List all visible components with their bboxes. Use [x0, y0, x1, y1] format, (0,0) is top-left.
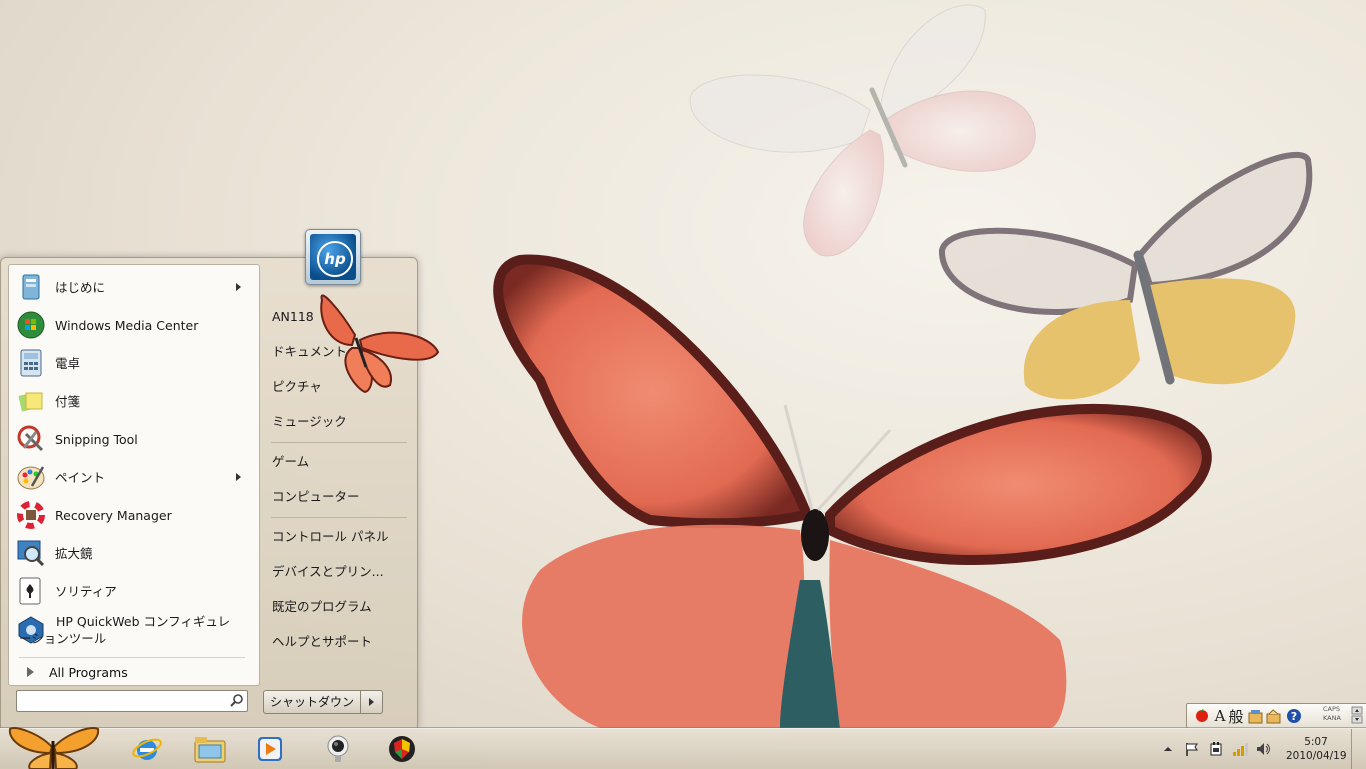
- all-programs-arrow-icon: [27, 667, 34, 677]
- langbar-options-icon[interactable]: [1351, 706, 1363, 724]
- program-label: はじめに: [55, 279, 106, 295]
- start-orb-butterfly-icon: [8, 727, 100, 769]
- program-label-line1: HP QuickWeb コンフィギュレ: [56, 614, 231, 629]
- divider: [19, 657, 245, 658]
- program-label: Windows Media Center: [55, 317, 199, 333]
- user-picture[interactable]: hp: [305, 229, 361, 285]
- hp-logo-icon: hp: [310, 234, 356, 280]
- program-label: ソリティア: [55, 583, 117, 599]
- taskbar-internet-explorer[interactable]: [119, 731, 175, 767]
- place-help-support[interactable]: ヘルプとサポート: [272, 631, 412, 653]
- wallpaper-butterfly-yellow: [938, 151, 1313, 400]
- caps-indicator: CAPS: [1323, 705, 1341, 713]
- security-shield-icon: [389, 736, 415, 762]
- program-solitaire[interactable]: ソリティア: [13, 573, 253, 609]
- volume-icon[interactable]: [1256, 741, 1272, 757]
- clock-time: 5:07: [1304, 736, 1328, 748]
- kana-indicator: KANA: [1323, 714, 1341, 722]
- place-music[interactable]: ミュージック: [272, 411, 412, 433]
- clock[interactable]: 5:07 2010/04/19: [1286, 735, 1347, 763]
- internet-explorer-icon: [132, 738, 162, 760]
- ime-pad-icon[interactable]: [1247, 707, 1263, 725]
- program-sticky-notes[interactable]: 付箋: [13, 383, 253, 419]
- media-player-icon: [258, 737, 282, 761]
- media-center-icon: [16, 310, 46, 340]
- snipping-tool-icon: [16, 424, 46, 454]
- search-icon[interactable]: [230, 693, 244, 707]
- shutdown-button[interactable]: シャットダウン: [264, 691, 361, 713]
- caps-kana-indicator: CAPS KANA: [1323, 705, 1341, 723]
- ime-tools-icon[interactable]: [1265, 707, 1281, 725]
- clock-date: 2010/04/19: [1286, 750, 1347, 762]
- taskbar: 5:07 2010/04/19: [0, 725, 1366, 769]
- taskbar-webcam[interactable]: [310, 731, 366, 767]
- program-label: ペイント: [55, 469, 106, 485]
- program-snipping-tool[interactable]: Snipping Tool: [13, 421, 253, 457]
- program-label-line2: ーションツール: [19, 631, 107, 646]
- program-label: 拡大鏡: [55, 545, 93, 561]
- program-paint[interactable]: ペイント: [13, 459, 253, 495]
- divider: [271, 517, 407, 518]
- place-default-programs[interactable]: 既定のプログラム: [272, 596, 412, 618]
- webcam-icon: [327, 735, 349, 762]
- taskbar-windows-explorer[interactable]: [182, 731, 238, 767]
- program-label: Snipping Tool: [55, 431, 138, 447]
- divider: [271, 442, 407, 443]
- help-icon[interactable]: ?: [1285, 707, 1303, 725]
- program-hp-quickweb[interactable]: HP QuickWeb コンフィギュレ ーションツール: [13, 611, 253, 649]
- all-programs-button[interactable]: All Programs: [17, 661, 128, 683]
- start-menu-programs-pane: はじめに Windows Media Center 電卓 付箋 Snipping…: [8, 264, 260, 686]
- ime-icon[interactable]: [1193, 707, 1211, 725]
- action-center-flag-icon[interactable]: [1184, 741, 1200, 757]
- submenu-arrow-icon[interactable]: [236, 283, 241, 291]
- program-magnifier[interactable]: 拡大鏡: [13, 535, 253, 571]
- power-icon[interactable]: [1208, 741, 1224, 757]
- search-input[interactable]: [19, 692, 228, 710]
- windows-explorer-icon: [194, 737, 226, 763]
- getting-started-icon: [16, 272, 46, 302]
- conversion-mode-button[interactable]: 般: [1227, 707, 1245, 726]
- program-calculator[interactable]: 電卓: [13, 345, 253, 381]
- system-tray: [1157, 729, 1287, 769]
- shutdown-options-arrow-icon[interactable]: [369, 698, 374, 706]
- network-signal-icon[interactable]: [1232, 741, 1248, 757]
- solitaire-icon: [16, 576, 46, 606]
- place-computer[interactable]: コンピューター: [272, 486, 412, 508]
- program-windows-media-center[interactable]: Windows Media Center: [13, 307, 253, 343]
- taskbar-security[interactable]: [374, 731, 430, 767]
- all-programs-label: All Programs: [49, 664, 128, 680]
- program-label: 電卓: [55, 355, 81, 371]
- search-box[interactable]: [16, 690, 248, 712]
- wallpaper-butterfly-pink: [689, 4, 1036, 257]
- show-desktop-button[interactable]: [1351, 729, 1366, 769]
- program-label: 付箋: [55, 393, 81, 409]
- program-recovery-manager[interactable]: Recovery Manager: [13, 497, 253, 533]
- shutdown-button-group: シャットダウン: [263, 690, 383, 714]
- show-hidden-icons-chevron[interactable]: [1160, 741, 1176, 757]
- language-bar: A 般 ? CAPS KANA: [1186, 703, 1366, 729]
- taskbar-media-player[interactable]: [242, 731, 298, 767]
- paint-icon: [16, 462, 46, 492]
- sticky-notes-icon: [16, 386, 46, 416]
- start-button[interactable]: [4, 725, 102, 769]
- hp-logo-text: hp: [317, 241, 353, 277]
- magnifier-icon: [16, 538, 46, 568]
- butterfly-decoration: [320, 294, 440, 394]
- program-label: HP QuickWeb コンフィギュレ ーションツール: [13, 613, 230, 647]
- place-devices-printers[interactable]: デバイスとプリン...: [272, 561, 412, 583]
- svg-text:?: ?: [1291, 710, 1297, 723]
- program-getting-started[interactable]: はじめに: [13, 269, 253, 305]
- input-mode-button[interactable]: A: [1213, 707, 1227, 725]
- program-label: Recovery Manager: [55, 507, 172, 523]
- submenu-arrow-icon[interactable]: [236, 473, 241, 481]
- recovery-manager-icon: [16, 500, 46, 530]
- place-control-panel[interactable]: コントロール パネル: [272, 526, 412, 548]
- calculator-icon: [16, 348, 46, 378]
- place-games[interactable]: ゲーム: [272, 451, 412, 473]
